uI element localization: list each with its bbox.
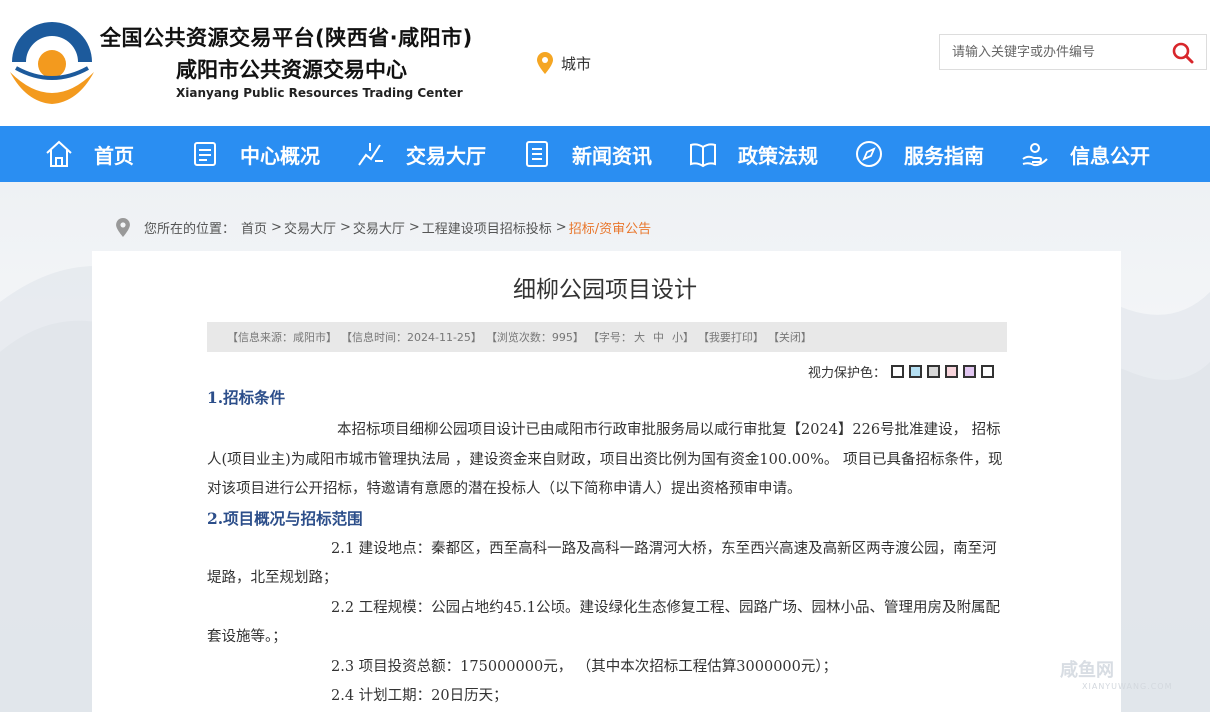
nav-item-news[interactable]: 新闻资讯	[522, 126, 652, 182]
section-heading: 2.项目概况与招标范围	[207, 508, 363, 528]
logo-text: 全国公共资源交易平台(陕西省·咸阳市) 咸阳市公共资源交易中心 Xianyang…	[100, 22, 473, 100]
color-swatch-gray[interactable]	[927, 365, 941, 378]
breadcrumb-item[interactable]: 交易大厅	[284, 218, 336, 237]
breadcrumb-separator: >	[555, 220, 567, 235]
location-pin-icon	[537, 52, 553, 74]
font-size-medium-button[interactable]: 中	[653, 329, 664, 345]
main-nav: 首页 中心概况 交易大厅 新闻资讯 政策法规 服务指南 信息公开	[0, 126, 1210, 182]
nav-label: 首页	[94, 143, 134, 168]
vision-label: 视力保护色：	[808, 366, 887, 381]
info-source: 【信息来源：咸阳市】	[227, 331, 337, 344]
breadcrumb: 您所在的位置： 首页 > 交易大厅 > 交易大厅 > 工程建设项目招标投标 > …	[116, 218, 651, 237]
chart-icon	[358, 143, 383, 166]
paragraph: 本招标项目细柳公园项目设计已由咸阳市行政审批服务局以咸行审批复【2024】226…	[207, 422, 1003, 497]
nav-label: 服务指南	[904, 143, 984, 168]
nav-item-center-overview[interactable]: 中心概况	[190, 126, 320, 182]
site-title: 全国公共资源交易平台(陕西省·咸阳市)	[100, 26, 473, 50]
site-logo[interactable]	[8, 18, 96, 106]
nav-label: 信息公开	[1070, 143, 1150, 168]
home-icon	[46, 140, 72, 167]
search-input[interactable]	[940, 35, 1150, 69]
paragraph: 2.1 建设地点：秦都区，西至高科一路及高科一路渭河大桥，东至西兴高速及高新区两…	[207, 540, 997, 587]
search-icon[interactable]	[1172, 42, 1194, 64]
paragraph: 2.3 项目投资总额：175000000元， （其中本次招标工程估算300000…	[331, 658, 838, 675]
paragraph: 2.2 工程规模：公园占地约45.1公顷。建设绿化生态修复工程、园路广场、园林小…	[207, 599, 1000, 646]
city-label: 城市	[561, 54, 592, 73]
print-button[interactable]: 【我要打印】	[698, 329, 764, 345]
site-subtitle: 咸阳市公共资源交易中心	[176, 58, 407, 82]
article-meta-bar: 【信息来源：咸阳市】 【信息时间：2024-11-25】 【浏览次数：995】 …	[207, 322, 1007, 352]
document-icon	[194, 142, 216, 166]
breadcrumb-separator: >	[408, 220, 420, 235]
nav-label: 新闻资讯	[572, 143, 652, 168]
eye-protection-color-picker: 视力保护色：	[808, 362, 995, 381]
font-size-large-button[interactable]: 大	[634, 329, 645, 345]
site-title-english: Xianyang Public Resources Trading Center	[176, 86, 463, 100]
font-size-small-button[interactable]: 小	[672, 329, 683, 345]
nav-item-info-disclosure[interactable]: 信息公开	[1020, 126, 1150, 182]
site-header: 全国公共资源交易平台(陕西省·咸阳市) 咸阳市公共资源交易中心 Xianyang…	[0, 0, 1210, 126]
watermark: 咸鱼网 XIANYUWANG.COM	[1060, 656, 1173, 691]
color-swatch-blue[interactable]	[909, 365, 923, 378]
watermark-subtext: XIANYUWANG.COM	[1082, 682, 1173, 691]
info-time: 【信息时间：2024-11-25】	[341, 331, 482, 344]
article-body: 1.招标条件 本招标项目细柳公园项目设计已由咸阳市行政审批服务局以咸行审批复【2…	[207, 386, 1007, 712]
section-heading: 1.招标条件	[207, 388, 286, 407]
breadcrumb-item[interactable]: 首页	[241, 218, 267, 237]
color-swatch-default[interactable]	[981, 365, 995, 378]
font-size-suffix: 】	[682, 331, 694, 344]
search-box	[939, 34, 1207, 70]
nav-label: 中心概况	[240, 143, 320, 168]
breadcrumb-separator: >	[271, 220, 282, 235]
breadcrumb-item[interactable]: 交易大厅	[353, 218, 405, 237]
hand-icon	[1022, 143, 1048, 167]
compass-icon	[856, 141, 882, 167]
breadcrumb-item[interactable]: 工程建设项目招标投标	[422, 218, 552, 237]
color-swatch-pink[interactable]	[945, 365, 959, 378]
location-pin-icon	[116, 218, 130, 237]
city-selector[interactable]: 城市	[537, 52, 591, 74]
breadcrumb-current[interactable]: 招标/资审公告	[569, 218, 651, 237]
book-icon	[690, 143, 716, 168]
nav-item-home[interactable]: 首页	[44, 126, 134, 182]
nav-item-trading-hall[interactable]: 交易大厅	[356, 126, 486, 182]
breadcrumb-separator: >	[339, 220, 351, 235]
view-count: 【浏览次数：995】	[485, 331, 584, 344]
color-swatch-purple[interactable]	[963, 365, 977, 378]
font-size-prefix: 【字号：	[587, 331, 632, 344]
breadcrumb-prefix: 您所在的位置：	[144, 222, 236, 237]
watermark-text: 咸鱼网	[1060, 660, 1114, 681]
nav-label: 交易大厅	[406, 143, 486, 168]
nav-label: 政策法规	[738, 143, 818, 168]
list-icon	[526, 141, 548, 167]
nav-item-policy[interactable]: 政策法规	[688, 126, 818, 182]
paragraph: 2.4 计划工期：20日历天；	[331, 688, 508, 704]
color-swatch-white[interactable]	[891, 365, 905, 378]
nav-item-service-guide[interactable]: 服务指南	[854, 126, 984, 182]
close-button[interactable]: 【关闭】	[768, 329, 812, 345]
article-title: 细柳公园项目设计	[513, 277, 697, 303]
